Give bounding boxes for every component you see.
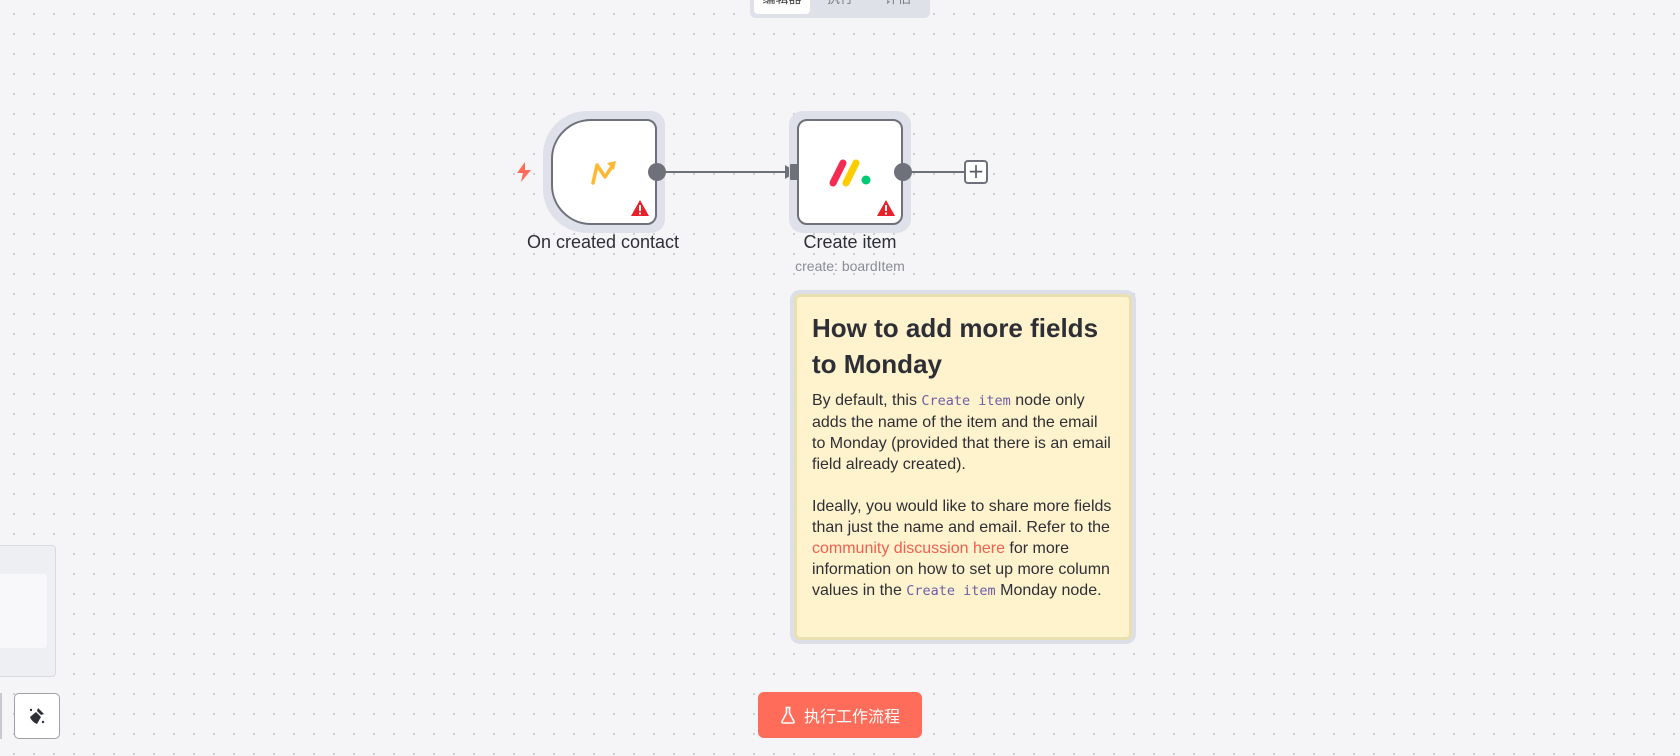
sticky-text: By default, this — [812, 392, 922, 409]
tidy-up-button[interactable] — [14, 693, 60, 739]
sticky-code: Create item — [921, 393, 1011, 409]
sticky-note[interactable]: How to add more fields to Monday By defa… — [794, 294, 1132, 640]
left-side-panel — [0, 545, 56, 677]
sticky-title: How to add more fields to Monday — [812, 313, 1099, 379]
execute-workflow-button[interactable]: 执行工作流程 — [758, 692, 922, 738]
warning-icon — [877, 200, 895, 216]
mautic-icon — [591, 161, 616, 185]
sticky-code: Create item — [906, 583, 996, 599]
sticky-paragraph-2: Ideally, you would like to share more fi… — [812, 496, 1115, 602]
trigger-bolt-icon — [517, 162, 531, 182]
left-panel-content — [0, 574, 47, 648]
create-item-input-handle[interactable] — [790, 164, 798, 180]
view-tabs: 编辑器 执行 评估 — [750, 0, 930, 18]
add-node-plus-icon[interactable]: + — [964, 160, 988, 184]
trigger-node-label: On created contact — [526, 232, 680, 252]
create-item-output-handle[interactable] — [894, 163, 912, 181]
trigger-node[interactable] — [551, 119, 657, 225]
tab-executions[interactable]: 执行 — [812, 0, 868, 14]
flask-icon — [781, 706, 795, 724]
create-item-node-subtitle: create: boardItem — [795, 258, 905, 274]
create-item-node-label: Create item — [803, 232, 897, 252]
execute-workflow-label: 执行工作流程 — [803, 709, 900, 726]
sticky-text: Ideally, you would like to share more fi… — [812, 498, 1112, 536]
broom-icon — [29, 708, 45, 724]
left-toolbar-edge — [0, 693, 2, 739]
monday-icon — [829, 159, 871, 187]
tab-editor[interactable]: 编辑器 — [754, 0, 810, 14]
trigger-output-handle[interactable] — [648, 163, 666, 181]
sticky-text: Monday node. — [995, 582, 1102, 599]
tab-evaluations[interactable]: 评估 — [870, 0, 926, 14]
sticky-paragraph-1: By default, this Create item node only a… — [812, 390, 1115, 475]
create-item-node[interactable] — [797, 119, 903, 225]
community-discussion-link[interactable]: community discussion here — [812, 540, 1005, 557]
warning-icon — [631, 200, 649, 216]
